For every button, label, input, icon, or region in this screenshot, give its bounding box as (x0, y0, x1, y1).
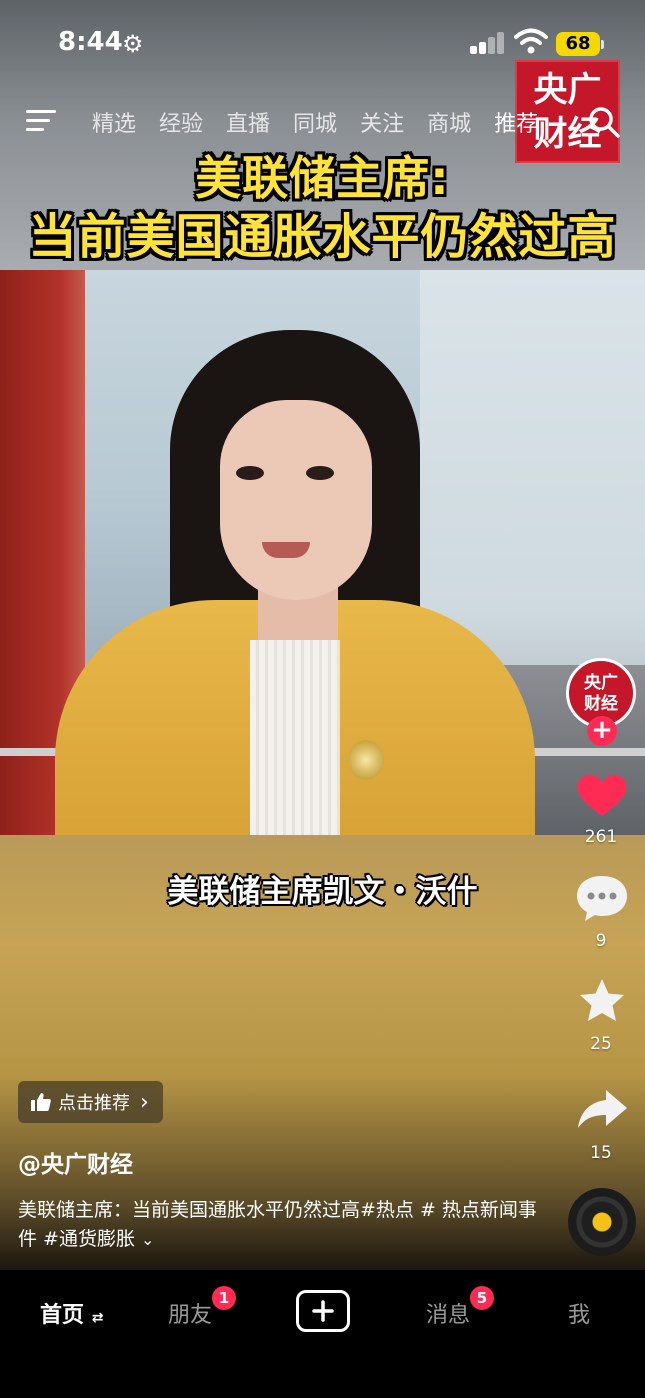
bottom-tab-bar: 首页 ⇄ 朋友 1 消息 5 我 (0, 1270, 645, 1398)
tab-experience[interactable]: 经验 (159, 106, 203, 138)
video-player[interactable]: 美联储主席: 当前美国通胀水平仍然过高 美联储主席凯文・沃什 (0, 0, 645, 1270)
thumbs-up-icon (31, 1093, 51, 1111)
tab-home[interactable]: 首页 ⇄ (40, 1297, 103, 1329)
signal-icon (470, 32, 506, 54)
friends-badge: 1 (212, 1286, 236, 1310)
recommend-chip-label: 点击推荐 (58, 1093, 130, 1114)
author-name[interactable]: @央广财经 (18, 1145, 133, 1179)
expand-chevron-icon[interactable]: ⌄ (141, 1230, 154, 1249)
video-caption-name: 美联储主席凯文・沃什 (167, 874, 478, 910)
tab-me[interactable]: 我 (568, 1297, 590, 1329)
battery-tip (601, 40, 604, 49)
anchor-face (220, 400, 372, 600)
messages-badge: 5 (470, 1286, 494, 1310)
tab-home-label: 首页 (40, 1303, 85, 1328)
tab-nearby[interactable]: 同城 (293, 106, 337, 138)
share-count: 15 (590, 1143, 612, 1163)
status-time: 8:44 (58, 27, 123, 57)
share-arrow-icon[interactable] (572, 1084, 632, 1134)
plus-icon (312, 1300, 334, 1322)
settings-gear-icon: ⚙ (122, 30, 144, 58)
video-caption-subtitle: 当前美国通胀水平仍然过高 (28, 209, 617, 265)
brooch (348, 740, 384, 780)
tab-mall[interactable]: 商城 (427, 106, 471, 138)
description-text: 美联储主席：当前美国通胀水平仍然过高#热点 # 热点新闻事件 #通货膨胀 (18, 1199, 537, 1250)
favorite-star-icon[interactable] (572, 976, 632, 1026)
video-description[interactable]: 美联储主席：当前美国通胀水平仍然过高#热点 # 热点新闻事件 #通货膨胀 ⌄ (18, 1196, 538, 1254)
wifi-icon (514, 28, 548, 54)
status-bar: 8:44 ⚙ 68 (0, 0, 645, 88)
tab-messages[interactable]: 消息 (426, 1297, 470, 1329)
anchor-blouse (250, 640, 340, 835)
chevron-right-icon: › (140, 1089, 149, 1115)
anchor-eye-left (236, 466, 264, 480)
search-icon[interactable] (586, 104, 622, 140)
music-disc-icon[interactable] (568, 1188, 636, 1256)
menu-icon[interactable] (26, 108, 56, 134)
recommend-chip[interactable]: 点击推荐 › (18, 1081, 163, 1123)
tab-friends[interactable]: 朋友 (168, 1297, 212, 1329)
refresh-switch-icon: ⇄ (91, 1310, 104, 1326)
tab-recommended[interactable]: 推荐 (494, 106, 538, 138)
follow-button[interactable]: + (587, 716, 617, 746)
create-button[interactable] (296, 1290, 350, 1332)
favorite-count: 25 (590, 1034, 612, 1054)
comment-icon[interactable] (572, 872, 632, 924)
battery-icon: 68 (556, 32, 600, 56)
anchor-eye-right (306, 466, 334, 480)
like-heart-icon[interactable] (572, 770, 632, 820)
like-count: 261 (584, 827, 618, 847)
tab-live[interactable]: 直播 (226, 106, 270, 138)
top-tabs: 精选 经验 直播 同城 关注 商城 推荐 (92, 106, 561, 138)
comment-count: 9 (595, 931, 607, 951)
tab-featured[interactable]: 精选 (92, 106, 136, 138)
tab-following[interactable]: 关注 (360, 106, 404, 138)
